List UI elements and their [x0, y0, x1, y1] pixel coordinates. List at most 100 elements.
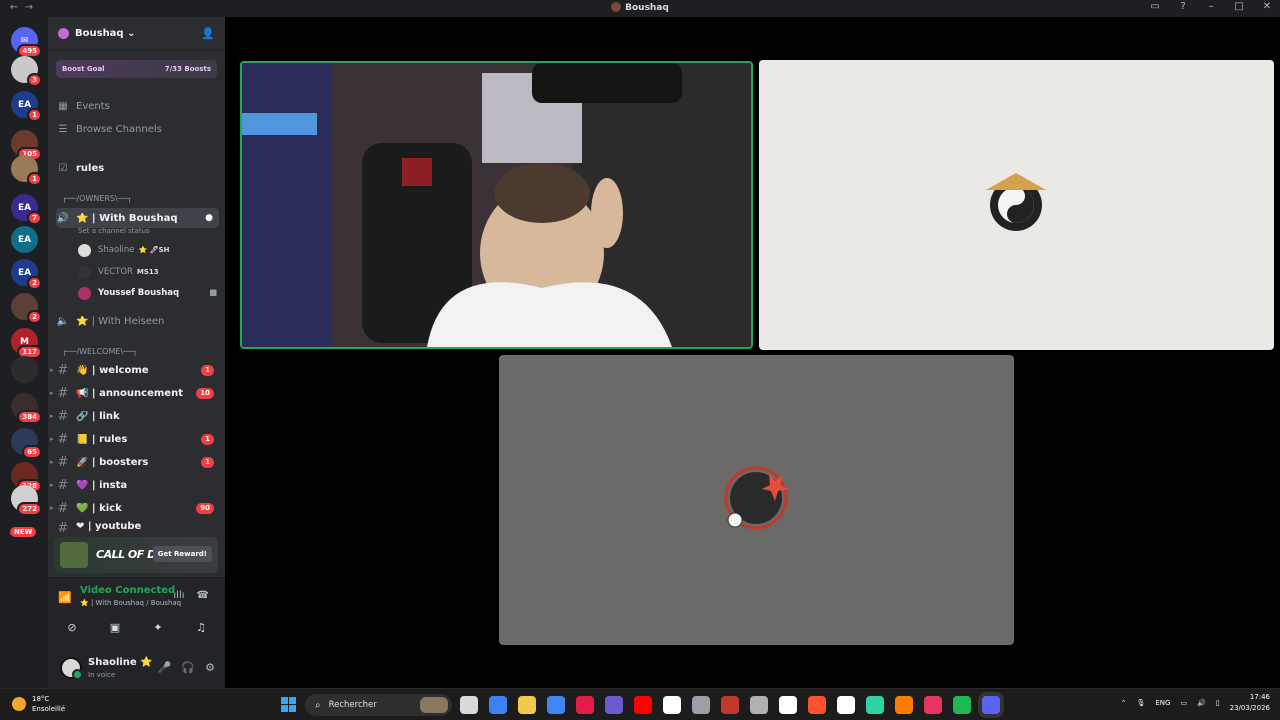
- close-button[interactable]: ✕: [1260, 1, 1274, 12]
- taskbar-app-icon[interactable]: [692, 696, 710, 714]
- browse-channels-item[interactable]: ☰ Browse Channels: [56, 119, 219, 139]
- taskbar-app-icon[interactable]: [837, 696, 855, 714]
- taskbar-app-icon[interactable]: [866, 696, 884, 714]
- voice-status-subtitle[interactable]: ⭐ | With Boushaq / Boushaq: [80, 599, 181, 607]
- soundboard-button[interactable]: ♫: [183, 616, 219, 638]
- ea-server-4-icon[interactable]: EA 2: [11, 259, 42, 290]
- user-name[interactable]: Shaoline ⭐: [88, 657, 153, 668]
- taskbar-app-icon[interactable]: [460, 696, 478, 714]
- taskbar-app-icon[interactable]: [721, 696, 739, 714]
- avatar: [78, 243, 91, 257]
- server-13-icon[interactable]: 65: [11, 428, 42, 459]
- taskbar-app-icon[interactable]: [576, 696, 594, 714]
- server-icon: [611, 2, 622, 12]
- events-item[interactable]: ▦ Events: [56, 96, 219, 116]
- text-channel[interactable]: ▸#❤ | youtube: [56, 521, 219, 533]
- text-channel[interactable]: ▸ # 💚 | kick 90: [50, 498, 219, 518]
- taskbar-app-icon[interactable]: [895, 696, 913, 714]
- maximize-button[interactable]: □: [1232, 1, 1246, 12]
- start-button[interactable]: [281, 697, 296, 712]
- signal-icon[interactable]: 📶: [58, 591, 72, 604]
- screen-share-button[interactable]: ▣: [97, 616, 133, 638]
- server-12-icon[interactable]: 384: [11, 393, 42, 424]
- video-tile-avatar-1[interactable]: [759, 60, 1274, 350]
- clock[interactable]: 17:46 23/03/2026: [1230, 692, 1270, 714]
- chat-icon[interactable]: ●: [205, 213, 213, 223]
- taskbar-app-icon[interactable]: [634, 696, 652, 714]
- new-badge: NEW: [10, 527, 37, 537]
- taskbar-app-icon[interactable]: [489, 696, 507, 714]
- user-avatar[interactable]: [60, 657, 83, 680]
- settings-gear-icon[interactable]: ⚙: [205, 661, 215, 674]
- ea-server-1-icon[interactable]: EA 1: [11, 91, 42, 122]
- server-15-icon[interactable]: 272: [11, 485, 42, 516]
- system-tray: ⌃ 🎙 ENG ▭ 🔊 ▯ 17:46 23/03/2026: [1121, 692, 1270, 714]
- owners-category[interactable]: ┌──/OWNERS\──┐: [62, 194, 132, 203]
- server-2-icon[interactable]: 3: [11, 56, 42, 87]
- disconnect-icon[interactable]: ☎: [197, 590, 209, 601]
- microphone-icon[interactable]: 🎤: [158, 661, 172, 674]
- discord-home-icon[interactable]: ✉ 495: [11, 27, 42, 58]
- get-reward-button[interactable]: Get Reward!: [152, 546, 212, 562]
- welcome-category[interactable]: ┌──/WELCOME\──┐: [62, 347, 138, 356]
- weather-widget[interactable]: 18°C Ensoleillé: [12, 694, 65, 714]
- text-channel[interactable]: ▸ # 🚀 | boosters 1: [50, 452, 219, 472]
- taskbar-app-icon[interactable]: [750, 696, 768, 714]
- taskbar-app-icon[interactable]: [605, 696, 623, 714]
- voice-status-title[interactable]: Video Connected: [80, 585, 175, 596]
- ea-server-3-icon[interactable]: EA: [11, 226, 38, 253]
- server-5-icon[interactable]: 1: [11, 155, 42, 186]
- voice-user[interactable]: VECTOR MS13: [78, 263, 159, 281]
- volume-icon[interactable]: 🔊: [1197, 699, 1206, 707]
- text-channel[interactable]: ▸ # 🔗 | link: [50, 406, 219, 426]
- taskbar-app-icon[interactable]: [953, 696, 971, 714]
- server-11-icon[interactable]: [11, 356, 38, 383]
- battery-icon[interactable]: ▯: [1216, 699, 1220, 707]
- boost-goal[interactable]: Boost Goal 7/33 Boosts: [56, 60, 217, 78]
- taskbar-app-icon[interactable]: [663, 696, 681, 714]
- ea-server-2-icon[interactable]: EA 7: [11, 194, 42, 225]
- unread-badge: 2: [27, 310, 42, 324]
- chevron-right-icon: ▸: [50, 435, 54, 443]
- text-channel[interactable]: ▸ # 📢 | announcement 10: [50, 383, 219, 403]
- text-channel[interactable]: ▸ # 👋 | welcome 1: [50, 360, 219, 380]
- taskbar-app-icon[interactable]: [518, 696, 536, 714]
- inbox-icon[interactable]: ▭: [1148, 1, 1162, 12]
- chevron-right-icon: ▸: [50, 389, 54, 397]
- voice-channel-with-boushaq[interactable]: 🔊 ⭐ | With Boushaq ●: [56, 208, 219, 228]
- taskbar-app-icon[interactable]: [982, 696, 1000, 714]
- chevron-up-icon[interactable]: ⌃: [1121, 699, 1127, 707]
- microphone-icon[interactable]: 🎙: [1136, 699, 1145, 707]
- hash-icon: #: [57, 500, 69, 516]
- video-tile-avatar-2[interactable]: [499, 355, 1014, 645]
- headphones-icon[interactable]: 🎧: [181, 661, 195, 674]
- taskbar-app-icon[interactable]: [924, 696, 942, 714]
- invite-icon[interactable]: 👤: [201, 27, 215, 40]
- text-channel[interactable]: ▸ # 💜 | insta: [50, 475, 219, 495]
- minimize-button[interactable]: –: [1204, 1, 1218, 12]
- server-10-icon[interactable]: M 117: [11, 328, 42, 359]
- text-channel[interactable]: ▸ # 📒 | rules 1: [50, 429, 219, 449]
- server-9-icon[interactable]: 2: [11, 293, 42, 324]
- rules-item[interactable]: ☑ rules: [56, 158, 219, 178]
- guild-header[interactable]: Boushaq ⌄ 👤: [48, 17, 225, 51]
- video-tile-camera[interactable]: [240, 61, 753, 349]
- taskbar-app-icon[interactable]: [779, 696, 797, 714]
- camera-icon: ■: [209, 288, 218, 298]
- camera-off-button[interactable]: ⊘: [54, 616, 90, 638]
- taskbar-app-icon[interactable]: [808, 696, 826, 714]
- voice-user[interactable]: Shaoline ⭐ 🖊SH: [78, 241, 170, 259]
- server-4-icon[interactable]: 105: [11, 130, 42, 161]
- noise-suppression-icon[interactable]: ıllı: [173, 590, 184, 601]
- taskbar-app-icon[interactable]: [547, 696, 565, 714]
- taskbar-search[interactable]: ⌕ Rechercher: [305, 694, 452, 716]
- network-icon[interactable]: ▭: [1180, 699, 1187, 707]
- voice-channel-with-heiseen[interactable]: 🔈 ⭐ | With Heiseen: [56, 311, 219, 331]
- promo-card[interactable]: CALL OF DUTY Get Reward!: [54, 537, 218, 573]
- language-indicator[interactable]: ENG: [1155, 699, 1170, 707]
- unread-badge: 3: [27, 73, 42, 87]
- voice-user[interactable]: Youssef Boushaq ■: [78, 284, 217, 302]
- help-icon[interactable]: ?: [1176, 1, 1190, 12]
- channel-status[interactable]: Set a channel status: [78, 227, 150, 235]
- activities-button[interactable]: ✦: [140, 616, 176, 638]
